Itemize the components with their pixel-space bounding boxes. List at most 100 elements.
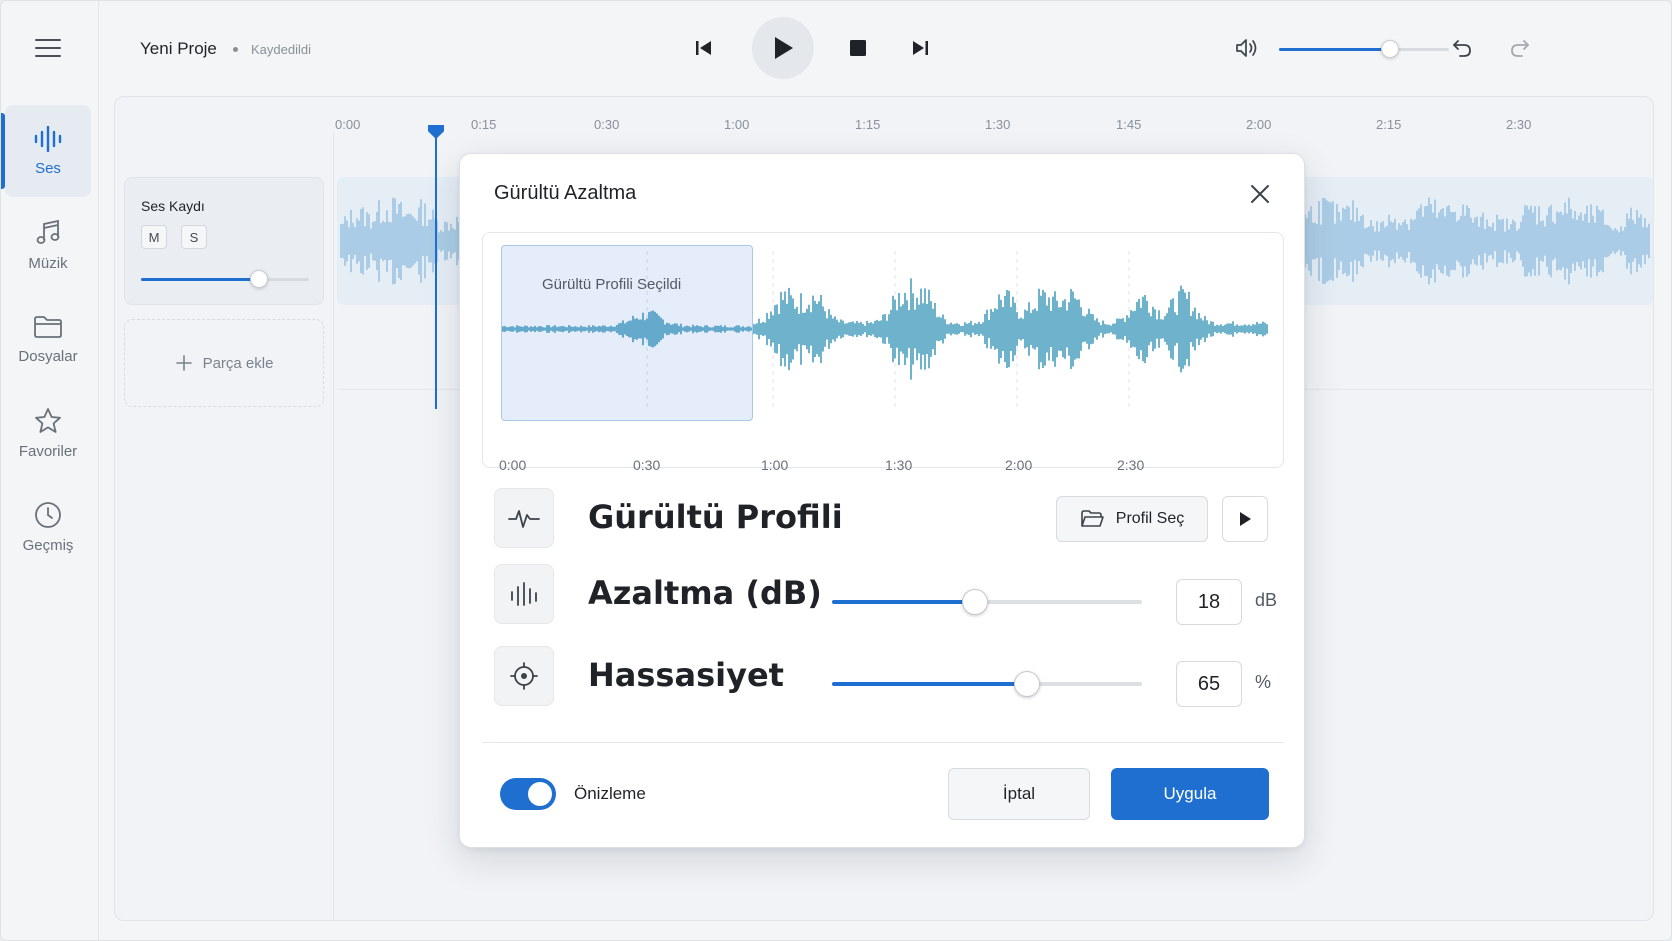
mute-button[interactable]: M <box>141 225 167 249</box>
reduction-slider-handle[interactable] <box>961 589 988 615</box>
close-icon <box>1251 185 1269 203</box>
ruler-tick-label: 0:00 <box>335 117 361 132</box>
ruler-tick-label: 1:15 <box>855 117 881 132</box>
sensitivity-slider[interactable] <box>832 671 1142 697</box>
ruler-tick-label: 0:15 <box>471 117 497 132</box>
waveform-icon <box>34 125 62 152</box>
playhead[interactable] <box>435 127 437 409</box>
waveform-tick-label: 0:30 <box>633 457 661 473</box>
waveform-tick-label: 1:30 <box>885 457 913 473</box>
reduction-label: Azaltma (dB) <box>588 574 822 612</box>
top-bar: Yeni Proje Kaydedildi <box>99 1 1671 97</box>
folder-open-icon <box>1080 510 1104 527</box>
plus-icon <box>175 355 192 371</box>
reduction-value-field[interactable]: 18 <box>1176 579 1242 625</box>
skip-back-icon <box>696 41 711 55</box>
track-volume-slider[interactable] <box>141 270 309 288</box>
reduction-slider[interactable] <box>832 589 1142 615</box>
close-button[interactable] <box>1246 180 1274 208</box>
dialog-title: Gürültü Azaltma <box>494 182 637 204</box>
preview-profile-play-button[interactable] <box>1222 496 1268 542</box>
speaker-icon <box>1236 39 1257 57</box>
status-separator-dot <box>233 47 238 52</box>
folder-icon <box>34 315 62 338</box>
sidebar-item-label: Müzik <box>28 254 68 272</box>
skip-back-button[interactable] <box>691 35 717 61</box>
redo-icon <box>1511 40 1529 57</box>
ruler-tick-label: 2:00 <box>1246 117 1272 132</box>
volume-fill <box>1279 48 1390 51</box>
sensitivity-row-icon <box>494 646 554 706</box>
app-window: Ses Müzik Dosyalar Favoriler Geçmiş Yeni… <box>0 0 1672 941</box>
lane-divider <box>333 133 334 921</box>
sidebar-item-label: Favoriler <box>18 442 78 460</box>
profile-label: Gürültü Profili <box>588 498 843 536</box>
select-profile-label: Profil Seç <box>1115 510 1185 527</box>
preview-label: Önizleme <box>574 784 646 803</box>
sidebar-item-gecmis[interactable]: Geçmiş <box>5 481 91 573</box>
waveform-tick-label: 1:00 <box>761 457 789 473</box>
sidebar-item-ses[interactable]: Ses <box>1 105 91 197</box>
ruler-tick-label: 1:45 <box>1116 117 1142 132</box>
add-track-button[interactable]: Parça ekle <box>124 319 324 407</box>
solo-button[interactable]: S <box>181 225 207 249</box>
sidebar-item-dosyalar[interactable]: Dosyalar <box>5 293 91 385</box>
save-status: Kaydedildi <box>251 42 311 57</box>
ruler-tick-label: 1:30 <box>985 117 1011 132</box>
hamburger-menu-icon[interactable] <box>35 37 63 59</box>
ruler-tick-label: 1:00 <box>724 117 750 132</box>
select-profile-button[interactable]: Profil Seç <box>1056 496 1208 542</box>
sensitivity-unit: % <box>1255 672 1272 692</box>
volume-slider-handle[interactable] <box>1380 40 1399 58</box>
skip-forward-icon <box>913 41 928 55</box>
cancel-button[interactable]: İptal <box>948 768 1090 820</box>
selection-label: Gürültü Profili Seçildi <box>542 276 682 293</box>
stop-icon <box>850 40 866 56</box>
sidebar-item-favoriler[interactable]: Favoriler <box>5 387 91 479</box>
sensitivity-slider-handle[interactable] <box>1014 671 1041 697</box>
skip-forward-button[interactable] <box>907 35 933 61</box>
star-icon <box>35 407 61 433</box>
waveform-tick-label: 2:00 <box>1005 457 1033 473</box>
master-volume-slider[interactable] <box>1279 40 1449 58</box>
redo-button[interactable] <box>1507 35 1533 61</box>
ruler-tick-label: 0:30 <box>594 117 620 132</box>
pulse-icon <box>508 510 540 528</box>
track-volume-handle[interactable] <box>249 270 268 288</box>
reduction-slider-fill <box>832 600 975 604</box>
sensitivity-value-field[interactable]: 65 <box>1176 661 1242 707</box>
sidebar: Ses Müzik Dosyalar Favoriler Geçmiş <box>1 1 99 940</box>
timeline-ruler[interactable]: 0:00 0:15 0:30 1:00 1:15 1:30 1:45 2:00 2:15 2:30 <box>335 97 1655 159</box>
play-button[interactable] <box>752 17 814 79</box>
music-note-icon <box>36 219 60 244</box>
sidebar-item-label: Geçmiş <box>22 536 74 554</box>
play-icon <box>775 37 793 59</box>
apply-button[interactable]: Uygula <box>1111 768 1269 820</box>
waveform-tick-label: 2:30 <box>1117 457 1145 473</box>
clock-icon <box>35 501 61 528</box>
reduction-unit: dB <box>1255 590 1278 610</box>
stop-button[interactable] <box>845 35 871 61</box>
waveform-tick-label: 0:00 <box>499 457 527 473</box>
sidebar-item-muzik[interactable]: Müzik <box>5 199 91 291</box>
ruler-tick-label: 2:15 <box>1376 117 1402 132</box>
track-name: Ses Kaydı <box>141 198 205 214</box>
noise-profile-selection[interactable]: Gürültü Profili Seçildi <box>501 245 753 421</box>
noise-reduction-dialog: Gürültü Azaltma Gürültü Profili Seçildi … <box>459 153 1305 848</box>
track-header: Ses Kaydı M S <box>124 177 324 305</box>
project-title: Yeni Proje <box>140 39 217 58</box>
reduction-row-icon <box>494 564 554 624</box>
sensitivity-slider-fill <box>832 682 1028 686</box>
levels-icon <box>511 582 537 606</box>
track-volume-fill <box>141 278 259 281</box>
preview-toggle[interactable] <box>500 778 556 810</box>
sidebar-item-label: Dosyalar <box>18 347 78 365</box>
ruler-tick-label: 2:30 <box>1506 117 1532 132</box>
undo-button[interactable] <box>1449 35 1475 61</box>
profile-row-icon <box>494 488 554 548</box>
waveform-preview[interactable]: Gürültü Profili Seçildi 0:00 0:30 1:00 1:30… <box>482 232 1284 473</box>
volume-button[interactable] <box>1233 35 1261 61</box>
sensitivity-label: Hassasiyet <box>588 656 784 694</box>
add-track-label: Parça ekle <box>202 354 274 372</box>
dialog-divider <box>482 742 1284 743</box>
